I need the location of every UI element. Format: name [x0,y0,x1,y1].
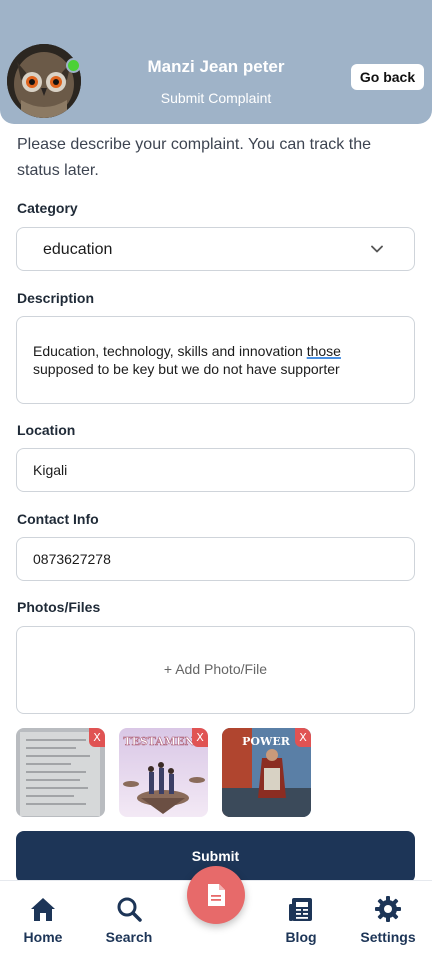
remove-photo-button[interactable]: X [192,728,208,747]
nav-item-blog[interactable]: Blog [266,895,336,945]
add-photo-label: + Add Photo/File [163,661,268,677]
new-complaint-fab[interactable] [187,866,245,924]
nav-item-home[interactable]: Home [8,895,78,945]
app-header: Manzi Jean peter Submit Complaint Go bac… [0,0,432,124]
remove-photo-button[interactable]: X [89,728,105,747]
search-icon [117,897,142,922]
nav-item-search[interactable]: Search [94,895,164,945]
nav-item-settings[interactable]: Settings [353,895,423,945]
contact-value: 0873627278 [33,551,111,567]
newspaper-icon [289,898,312,921]
description-label: Description [17,290,95,306]
user-avatar[interactable] [7,44,81,118]
go-back-button[interactable]: Go back [351,64,424,90]
intro-text: Please describe your complaint. You can … [17,136,371,179]
description-textarea[interactable]: Education, technology, skills and innova… [16,316,415,404]
category-select[interactable]: education [16,227,415,271]
contact-label: Contact Info [17,511,99,527]
power-poster-title: POWER [242,735,291,748]
user-name: Manzi Jean peter [147,57,285,76]
contact-input[interactable]: 0873627278 [16,537,415,581]
photo-thumbnail-document[interactable]: X [16,728,105,817]
gear-icon [375,896,401,922]
location-label: Location [17,422,76,438]
location-input[interactable]: Kigali [16,448,415,492]
location-value: Kigali [33,462,68,478]
photo-thumbnail-power[interactable]: POWER X [222,728,311,817]
chevron-down-icon [371,245,383,253]
nav-label-blog: Blog [285,929,317,945]
add-photo-dropzone[interactable]: + Add Photo/File [16,626,415,714]
description-value: Education, technology, skills and innova… [33,343,341,377]
online-status-dot [66,58,81,73]
category-value: education [43,241,113,258]
category-label: Category [17,200,78,216]
document-icon [208,884,225,906]
nav-label-home: Home [23,929,63,945]
photos-label: Photos/Files [17,599,101,615]
nav-label-search: Search [105,929,153,945]
photo-thumbnail-testament[interactable]: TESTAMENT X [119,728,208,817]
screen-title: Submit Complaint [160,90,272,106]
nav-label-settings: Settings [360,929,416,945]
home-icon [31,898,55,921]
remove-photo-button[interactable]: X [295,728,311,747]
